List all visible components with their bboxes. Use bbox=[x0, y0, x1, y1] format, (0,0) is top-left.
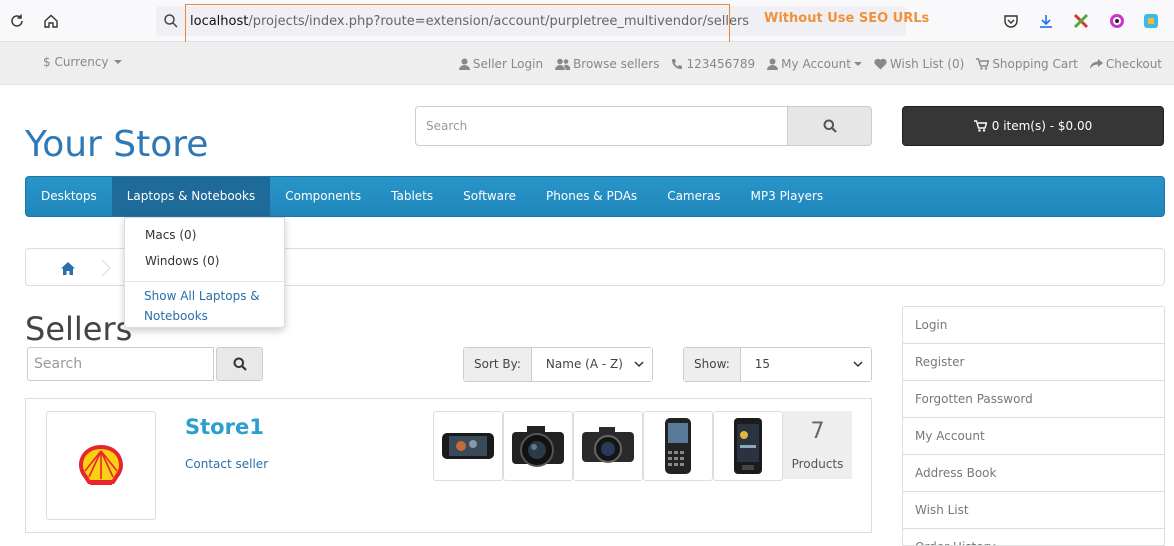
chevron-down-icon bbox=[853, 361, 863, 368]
dropdown-item-windows[interactable]: Windows (0) bbox=[145, 254, 219, 268]
menu-item-mp3[interactable]: MP3 Players bbox=[736, 177, 839, 216]
menu-item-cameras[interactable]: Cameras bbox=[652, 177, 735, 216]
search-icon bbox=[823, 119, 837, 133]
top-links: Seller Login Browse sellers 123456789 My… bbox=[458, 54, 1174, 74]
ipod-product-icon bbox=[442, 433, 494, 459]
seller-logo[interactable] bbox=[46, 411, 156, 520]
user-icon bbox=[767, 58, 779, 70]
color-extension-icon[interactable] bbox=[1108, 12, 1126, 30]
heart-icon bbox=[874, 58, 887, 70]
chevron-right-icon bbox=[101, 259, 111, 281]
caret-down-icon bbox=[853, 62, 862, 66]
sidebar-item-order-history[interactable]: Order History bbox=[903, 529, 1164, 545]
cart-icon bbox=[973, 120, 987, 132]
product-thumbnail[interactable] bbox=[573, 411, 643, 481]
search-icon bbox=[160, 10, 182, 32]
users-icon bbox=[555, 58, 571, 70]
menu-item-desktops[interactable]: Desktops bbox=[26, 177, 112, 216]
search-button[interactable] bbox=[787, 106, 872, 146]
sidebar-item-login[interactable]: Login bbox=[903, 307, 1164, 344]
browse-sellers-link[interactable]: Browse sellers bbox=[555, 54, 659, 74]
menu-item-phones[interactable]: Phones & PDAs bbox=[531, 177, 652, 216]
menu-item-tablets[interactable]: Tablets bbox=[376, 177, 448, 216]
phone-product-icon bbox=[665, 418, 691, 474]
user-icon bbox=[458, 58, 470, 70]
url-text[interactable]: localhost/projects/index.php?route=exten… bbox=[190, 14, 749, 29]
page-title: Sellers bbox=[25, 310, 133, 348]
dropdown-show-all[interactable]: Show All Laptops & Notebooks bbox=[144, 286, 269, 326]
sidebar-item-address-book[interactable]: Address Book bbox=[903, 455, 1164, 492]
chevron-down-icon bbox=[634, 361, 644, 368]
product-thumbnail[interactable] bbox=[433, 411, 503, 481]
home-icon[interactable] bbox=[61, 260, 75, 279]
extension-cross-icon[interactable] bbox=[1072, 12, 1090, 30]
laptops-dropdown: Macs (0) Windows (0) Show All Laptops & … bbox=[124, 217, 285, 328]
sort-select[interactable]: Name (A - Z) bbox=[531, 348, 652, 381]
menu-item-laptops[interactable]: Laptops & Notebooks bbox=[111, 177, 271, 216]
smartphone-product-icon bbox=[734, 418, 762, 474]
cart-button[interactable]: 0 item(s) - $0.00 bbox=[902, 106, 1164, 146]
shell-logo-icon bbox=[79, 444, 123, 485]
store-search: Search bbox=[415, 106, 872, 146]
currency-label: $ Currency bbox=[43, 55, 109, 69]
store-logo[interactable]: Your Store bbox=[25, 124, 208, 165]
seller-name[interactable]: Store1 bbox=[185, 415, 264, 439]
reload-icon[interactable] bbox=[6, 10, 28, 32]
caret-down-icon bbox=[114, 60, 123, 64]
product-thumbnail[interactable] bbox=[503, 411, 573, 481]
product-count: 7 bbox=[810, 419, 825, 444]
seller-search-button[interactable] bbox=[216, 347, 263, 381]
shopping-cart-link[interactable]: Shopping Cart bbox=[976, 54, 1078, 74]
seller-search-input[interactable]: Search bbox=[27, 347, 214, 381]
seo-note: Without Use SEO URLs bbox=[764, 11, 930, 26]
store-top-bar: $ Currency Seller Login Browse sellers 1… bbox=[0, 42, 1174, 85]
cart-icon bbox=[976, 58, 990, 70]
camera-product-icon bbox=[582, 427, 634, 463]
show-label: Show: bbox=[684, 348, 741, 381]
sidebar-item-wish-list[interactable]: Wish List bbox=[903, 492, 1164, 529]
search-icon bbox=[233, 357, 247, 371]
home-icon[interactable] bbox=[40, 10, 62, 32]
sort-value: Name (A - Z) bbox=[545, 357, 623, 371]
phone-link[interactable]: 123456789 bbox=[671, 54, 755, 74]
cart-label: 0 item(s) - $0.00 bbox=[991, 119, 1093, 133]
show-filter: Show: 15 bbox=[683, 347, 872, 382]
currency-dropdown[interactable]: $ Currency bbox=[43, 55, 123, 69]
main-menu: Desktops Laptops & Notebooks Components … bbox=[25, 176, 1165, 217]
picker-extension-icon[interactable] bbox=[1142, 12, 1160, 30]
sort-filter: Sort By: Name (A - Z) bbox=[463, 347, 653, 382]
sort-label: Sort By: bbox=[464, 348, 532, 381]
camera-product-icon bbox=[512, 426, 564, 467]
sidebar-item-my-account[interactable]: My Account bbox=[903, 418, 1164, 455]
account-sidebar: Login Register Forgotten Password My Acc… bbox=[902, 306, 1165, 546]
product-count-box[interactable]: 7 Products bbox=[783, 411, 852, 479]
product-thumbnail[interactable] bbox=[713, 411, 783, 481]
product-count-label: Products bbox=[791, 457, 844, 471]
search-input[interactable]: Search bbox=[415, 106, 788, 146]
browser-toolbar: localhost/projects/index.php?route=exten… bbox=[0, 0, 1174, 44]
checkout-link[interactable]: Checkout bbox=[1089, 54, 1162, 74]
seller-login-link[interactable]: Seller Login bbox=[458, 54, 543, 74]
download-icon[interactable] bbox=[1037, 12, 1055, 30]
share-icon bbox=[1089, 59, 1103, 69]
phone-icon bbox=[672, 59, 683, 69]
contact-seller-link[interactable]: Contact seller bbox=[185, 457, 268, 471]
show-select[interactable]: 15 bbox=[740, 348, 871, 381]
dropdown-divider bbox=[125, 281, 284, 282]
seller-card: Store1 Contact seller 7 Products bbox=[25, 398, 872, 533]
sidebar-item-register[interactable]: Register bbox=[903, 344, 1164, 381]
pocket-icon[interactable] bbox=[1002, 12, 1020, 30]
sidebar-item-forgotten-password[interactable]: Forgotten Password bbox=[903, 381, 1164, 418]
menu-item-components[interactable]: Components bbox=[270, 177, 376, 216]
dropdown-item-macs[interactable]: Macs (0) bbox=[145, 228, 196, 242]
my-account-dropdown[interactable]: My Account bbox=[767, 54, 862, 74]
product-thumbnail[interactable] bbox=[643, 411, 713, 481]
wish-list-link[interactable]: Wish List (0) bbox=[874, 54, 964, 74]
show-value: 15 bbox=[754, 357, 771, 371]
menu-item-software[interactable]: Software bbox=[448, 177, 531, 216]
